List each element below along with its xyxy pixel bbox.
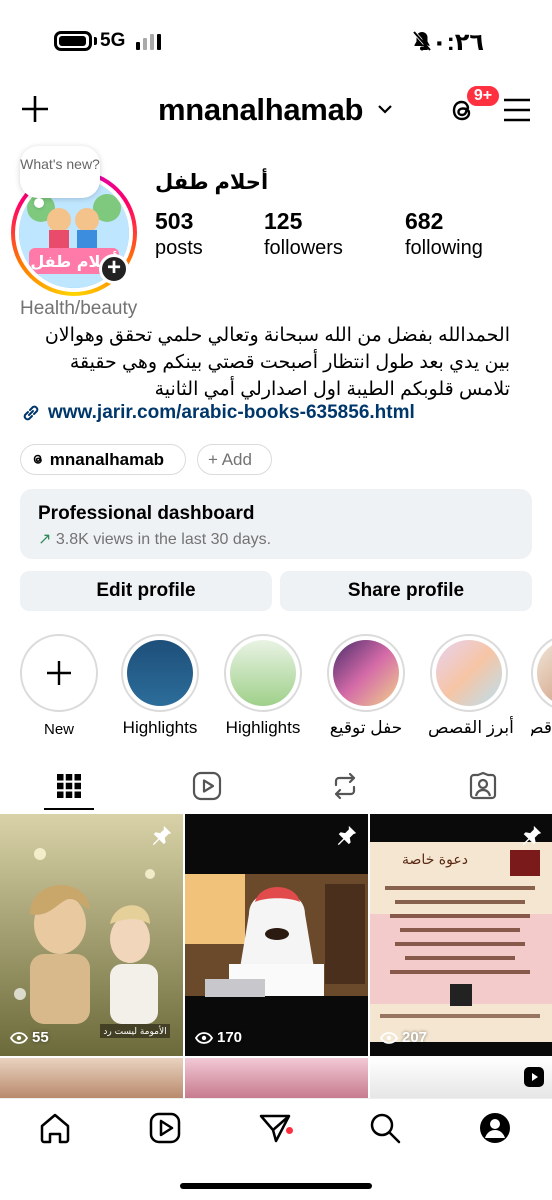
highlight-new[interactable]: New	[18, 634, 100, 738]
highlight-label: New	[43, 721, 74, 738]
create-plus-icon[interactable]	[20, 94, 50, 124]
add-story-button[interactable]: +	[99, 254, 129, 284]
unread-dot	[286, 1127, 293, 1134]
grid-post[interactable]: الأمومة ليست رد 55	[0, 814, 183, 1056]
active-tab-indicator	[44, 808, 94, 810]
eye-icon	[10, 1031, 28, 1044]
pinned-icon	[152, 825, 172, 846]
view-count: 170	[195, 1029, 242, 1046]
search-icon[interactable]	[368, 1111, 402, 1145]
threads-pill-label: mnanalhamab	[49, 450, 165, 469]
home-icon[interactable]	[38, 1111, 72, 1145]
followers-label[interactable]: followers	[264, 237, 343, 260]
bubble-tail	[34, 198, 44, 208]
dashboard-subtitle: ↗ 3.8K views in the last 30 days.	[38, 529, 514, 549]
threads-small-icon	[33, 454, 42, 464]
grid-post[interactable]: 170	[185, 814, 368, 1056]
reel-icon	[524, 1067, 544, 1087]
following-count[interactable]: 682	[405, 208, 443, 235]
reels-icon	[192, 771, 222, 801]
link-icon	[23, 405, 39, 421]
grid-post[interactable]	[185, 1058, 368, 1098]
highlight-cover	[230, 640, 296, 706]
menu-icon[interactable]	[502, 96, 532, 124]
notification-badge: 9+	[465, 84, 501, 108]
clock: ١٠:٢٦	[417, 29, 484, 56]
post-caption: الأمومة ليست رد	[103, 1025, 166, 1037]
highlight-label: أبرز القصص	[428, 718, 514, 737]
battery-tip	[94, 37, 97, 45]
tab-reposts[interactable]	[276, 760, 414, 812]
new-highlight-circle[interactable]	[20, 634, 98, 712]
whats-new-bubble[interactable]: What's new?	[20, 146, 100, 198]
highlight-item[interactable]: حفل توقيع	[325, 634, 407, 738]
bio-line: الحمدالله بفضل من الله سبحانة وتعالي حلم…	[44, 325, 510, 346]
profile-link-text[interactable]: www.jarir.com/arabic-books-635856.html	[48, 402, 415, 423]
view-count: 207	[380, 1029, 427, 1046]
highlight-item[interactable]: Highlights	[119, 634, 201, 738]
view-count-value: 170	[217, 1029, 243, 1046]
profile-category: Health/beauty	[20, 298, 138, 319]
eye-icon	[195, 1031, 213, 1044]
view-count: 55	[10, 1029, 49, 1046]
pinned-icon	[522, 825, 542, 846]
post-image: الأمومة ليست رد	[0, 814, 183, 1056]
eye-icon	[380, 1031, 398, 1044]
highlight-cover	[537, 640, 552, 706]
grid-post[interactable]	[370, 1058, 552, 1098]
tab-reels[interactable]	[138, 760, 276, 812]
display-name: أحلام طفل	[155, 171, 269, 194]
add-link-pill[interactable]: + Add	[197, 444, 272, 475]
home-indicator	[180, 1183, 372, 1189]
repost-icon	[334, 772, 356, 800]
dashboard-subtitle-text: 3.8K views in the last 30 days.	[55, 531, 272, 548]
bio-line: تلامس قلوبكم الطيبة اول اصدارلي أمي الثا…	[154, 379, 510, 400]
tab-tagged[interactable]	[414, 760, 552, 812]
highlight-cover	[436, 640, 502, 706]
following-label[interactable]: following	[405, 237, 483, 260]
post-image: دعوة خاصة	[370, 814, 552, 1056]
grid-post[interactable]: دعوة خاصة 207	[370, 814, 552, 1056]
share-profile-button[interactable]: Share profile	[280, 571, 532, 611]
post-caption: دعوة خاصة	[402, 852, 468, 868]
tab-posts-grid[interactable]	[0, 760, 138, 812]
chevron-down-icon[interactable]	[376, 100, 394, 118]
posts-label[interactable]: posts	[155, 237, 203, 260]
plus-icon	[47, 661, 71, 685]
highlight-cover	[127, 640, 193, 706]
highlight-cover	[333, 640, 399, 706]
bio-line: بين يدي بعد طول انتظار أصبحت قصتي بينكم …	[69, 352, 510, 373]
highlight-label: قص	[531, 718, 552, 737]
highlight-item[interactable]: أبرز القصص	[428, 634, 514, 738]
profile-username[interactable]: mnanalhamab	[158, 92, 363, 128]
battery-icon	[54, 31, 92, 51]
highlight-label: Highlights	[122, 718, 198, 737]
signal-icon	[136, 34, 162, 50]
post-image	[185, 814, 368, 1056]
profile-bio: الحمدالله بفضل من الله سبحانة وتعالي حلم…	[20, 322, 510, 403]
grid-icon	[57, 774, 81, 798]
pinned-icon	[337, 825, 357, 846]
highlight-item[interactable]: Highlights	[222, 634, 304, 738]
profile-nav-icon[interactable]	[478, 1111, 512, 1145]
grid-post[interactable]	[0, 1058, 183, 1098]
highlight-item[interactable]: قص	[531, 634, 552, 738]
network-type: 5G	[100, 30, 126, 51]
professional-dashboard[interactable]: Professional dashboard ↗ 3.8K views in t…	[20, 489, 532, 559]
reels-nav-icon[interactable]	[148, 1111, 182, 1145]
dashboard-title: Professional dashboard	[38, 503, 255, 524]
view-count-value: 207	[402, 1029, 428, 1046]
tagged-person-icon	[469, 771, 497, 800]
profile-tabs	[0, 760, 552, 812]
highlight-label: Highlights	[225, 718, 301, 737]
view-count-value: 55	[32, 1029, 49, 1046]
edit-profile-button[interactable]: Edit profile	[20, 571, 272, 611]
profile-link[interactable]: www.jarir.com/arabic-books-635856.html	[20, 402, 415, 424]
posts-count[interactable]: 503	[155, 208, 193, 235]
trend-up-icon: ↗	[38, 531, 52, 548]
status-bar: 5G ١٠:٢٦	[0, 26, 552, 56]
highlight-label: حفل توقيع	[329, 718, 403, 737]
followers-count[interactable]: 125	[264, 208, 302, 235]
threads-username-pill[interactable]: mnanalhamab	[20, 444, 186, 475]
